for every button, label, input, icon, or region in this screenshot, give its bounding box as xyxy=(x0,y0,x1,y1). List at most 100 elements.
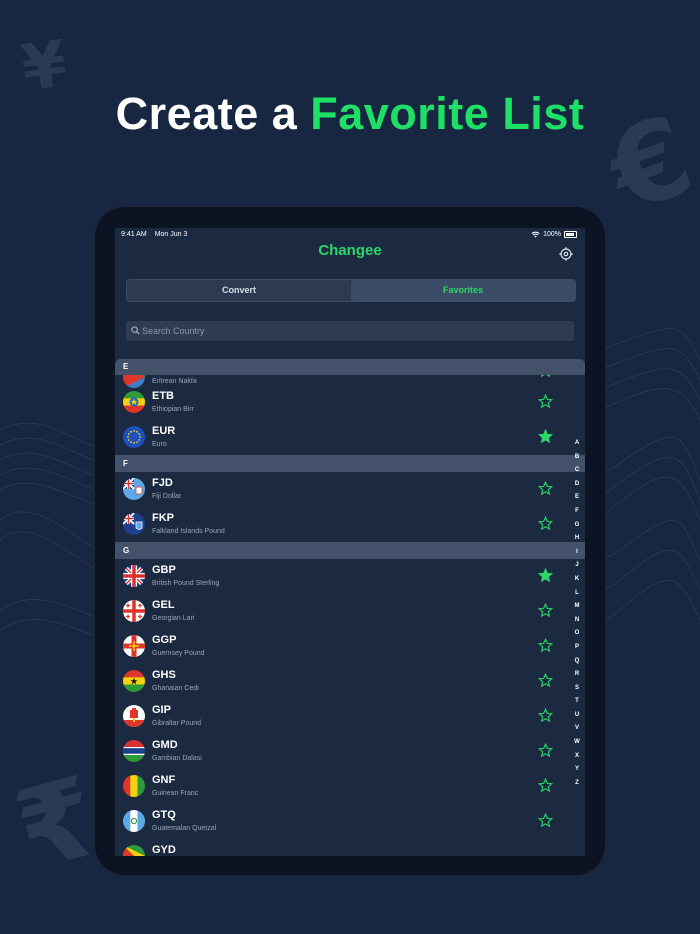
currency-name: Falkland Islands Pound xyxy=(152,528,225,535)
index-letter-c[interactable]: C xyxy=(571,464,583,478)
currency-row-gip[interactable]: GIP Gibraltar Pound xyxy=(115,699,585,734)
alphabet-index[interactable]: ABCDEFGHIJKLMNOPQRSTUVWXYZ xyxy=(571,437,583,790)
currency-row-ggp[interactable]: GGP Guernsey Pound xyxy=(115,629,585,664)
currency-name: Guernsey Pound xyxy=(152,650,205,657)
currency-row-gtq[interactable]: GTQ Guatemalan Quetzal xyxy=(115,804,585,839)
tab-favorites[interactable]: Favorites xyxy=(351,280,575,301)
currency-code: FKP xyxy=(152,512,174,524)
currency-row-eur[interactable]: EUR Euro xyxy=(115,420,585,455)
ghana-flag xyxy=(123,670,145,692)
fiji-flag xyxy=(123,478,145,500)
index-letter-r[interactable]: R xyxy=(571,668,583,682)
app-screen: 9:41 AM Mon Jun 3 100% Changee Convert Fa… xyxy=(115,228,585,856)
battery-percentage: 100% xyxy=(543,231,561,238)
currency-name: Fiji Dollar xyxy=(152,493,182,500)
tablet-device: 9:41 AM Mon Jun 3 100% Changee Convert Fa… xyxy=(95,207,605,875)
currency-row-gyd[interactable]: GYD xyxy=(115,839,585,856)
index-letter-d[interactable]: D xyxy=(571,478,583,492)
status-time: 9:41 AM xyxy=(121,231,147,238)
section-header-e-sticky: E xyxy=(115,359,585,375)
index-letter-z[interactable]: Z xyxy=(571,777,583,791)
star-outline-icon[interactable] xyxy=(538,516,553,531)
star-outline-icon[interactable] xyxy=(538,394,553,409)
currency-name: Guatemalan Quetzal xyxy=(152,825,217,832)
status-bar: 9:41 AM Mon Jun 3 100% xyxy=(115,228,585,242)
star-filled-icon[interactable] xyxy=(538,429,553,444)
index-letter-m[interactable]: M xyxy=(571,600,583,614)
currency-code: ETB xyxy=(152,390,174,402)
search-bar xyxy=(126,321,574,341)
headline-accent: Favorite List xyxy=(310,88,585,139)
currency-name: Gibraltar Pound xyxy=(152,720,202,727)
uk-flag xyxy=(123,565,145,587)
currency-code: GIP xyxy=(152,704,171,716)
currency-row-ghs[interactable]: GHS Ghanaian Cedi xyxy=(115,664,585,699)
currency-name: British Pound Sterling xyxy=(152,580,220,587)
star-outline-icon[interactable] xyxy=(538,481,553,496)
star-filled-icon[interactable] xyxy=(538,568,553,583)
currency-row-gnf[interactable]: GNF Guinean Franc xyxy=(115,769,585,804)
index-letter-u[interactable]: U xyxy=(571,709,583,723)
currency-name: Eritrean Nakfa xyxy=(152,378,197,385)
currency-row-gbp[interactable]: GBP British Pound Sterling xyxy=(115,559,585,594)
currency-row-gel[interactable]: GEL Georgian Lari xyxy=(115,594,585,629)
segmented-control: Convert Favorites xyxy=(126,279,576,302)
currency-code: EUR xyxy=(152,425,176,437)
guyana-flag xyxy=(123,845,145,856)
star-outline-icon[interactable] xyxy=(538,743,553,758)
index-letter-o[interactable]: O xyxy=(571,627,583,641)
index-letter-w[interactable]: W xyxy=(571,736,583,750)
index-letter-a[interactable]: A xyxy=(571,437,583,451)
currency-row-fkp[interactable]: FKP Falkland Islands Pound xyxy=(115,507,585,542)
currency-row-etb[interactable]: ETB Ethiopian Birr xyxy=(115,385,585,420)
section-header-g: G xyxy=(115,542,585,559)
star-outline-icon[interactable] xyxy=(538,673,553,688)
index-letter-y[interactable]: Y xyxy=(571,763,583,777)
index-letter-n[interactable]: N xyxy=(571,614,583,628)
headline: Create a Favorite List xyxy=(0,88,700,140)
index-letter-j[interactable]: J xyxy=(571,559,583,573)
star-outline-icon[interactable] xyxy=(538,708,553,723)
gambia-flag xyxy=(123,740,145,762)
index-letter-h[interactable]: H xyxy=(571,532,583,546)
battery-icon xyxy=(564,231,577,238)
tab-convert[interactable]: Convert xyxy=(127,280,351,301)
headline-prefix: Create a xyxy=(115,88,311,139)
app-title: Changee xyxy=(318,242,382,259)
currency-code: GNF xyxy=(152,774,176,786)
currency-list[interactable]: E Eritrean Nakfa E ETB Ethiopian Birr EU… xyxy=(115,359,585,856)
currency-name: Euro xyxy=(152,441,167,448)
index-letter-l[interactable]: L xyxy=(571,587,583,601)
currency-code: GGP xyxy=(152,634,177,646)
guernsey-flag xyxy=(123,635,145,657)
currency-name: Ethiopian Birr xyxy=(152,406,195,413)
eu-flag xyxy=(123,426,145,448)
currency-row-gmd[interactable]: GMD Gambian Dalasi xyxy=(115,734,585,769)
index-letter-f[interactable]: F xyxy=(571,505,583,519)
index-letter-p[interactable]: P xyxy=(571,641,583,655)
index-letter-g[interactable]: G xyxy=(571,519,583,533)
currency-row-fjd[interactable]: FJD Fiji Dollar xyxy=(115,472,585,507)
currency-code: GYD xyxy=(152,844,176,856)
index-letter-b[interactable]: B xyxy=(571,451,583,465)
star-outline-icon[interactable] xyxy=(538,813,553,828)
section-header-f: F xyxy=(115,455,585,472)
star-outline-icon[interactable] xyxy=(538,603,553,618)
index-letter-e[interactable]: E xyxy=(571,491,583,505)
status-date: Mon Jun 3 xyxy=(154,231,188,238)
ethiopia-flag xyxy=(123,391,145,413)
index-letter-i[interactable]: I xyxy=(571,546,583,560)
currency-name: Georgian Lari xyxy=(152,615,195,622)
guinea-flag xyxy=(123,775,145,797)
index-letter-x[interactable]: X xyxy=(571,750,583,764)
settings-gear-icon[interactable] xyxy=(559,247,573,261)
index-letter-s[interactable]: S xyxy=(571,682,583,696)
index-letter-v[interactable]: V xyxy=(571,722,583,736)
search-input[interactable] xyxy=(142,321,562,341)
index-letter-q[interactable]: Q xyxy=(571,655,583,669)
star-outline-icon[interactable] xyxy=(538,778,553,793)
falkland-flag xyxy=(123,513,145,535)
index-letter-t[interactable]: T xyxy=(571,695,583,709)
star-outline-icon[interactable] xyxy=(538,638,553,653)
index-letter-k[interactable]: K xyxy=(571,573,583,587)
